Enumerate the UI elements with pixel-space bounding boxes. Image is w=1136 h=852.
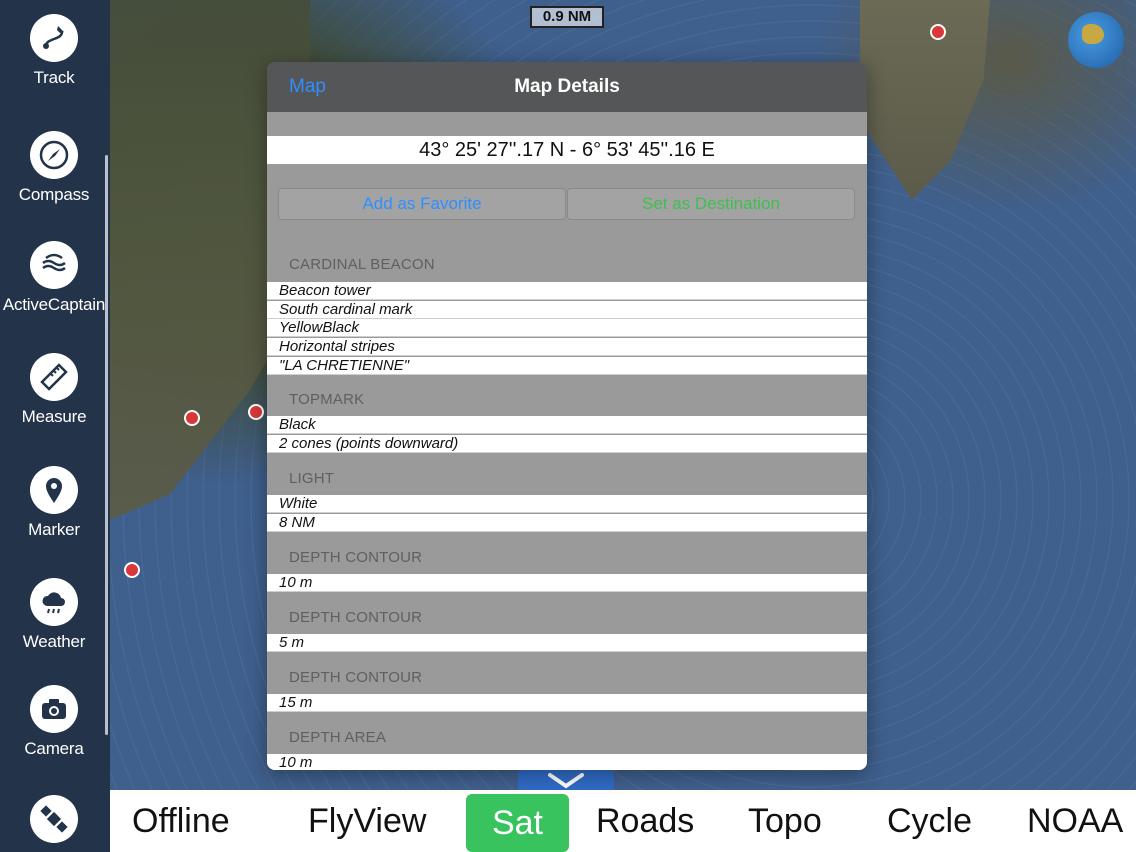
detail-row: Black xyxy=(267,416,867,434)
add-favorite-button[interactable]: Add as Favorite xyxy=(278,188,566,220)
detail-row: 8 NM xyxy=(267,514,867,532)
map-type-topo[interactable]: Topo xyxy=(748,790,822,852)
detail-row: 5 m xyxy=(267,634,867,652)
sidebar-item-weather[interactable]: Weather xyxy=(0,578,108,652)
detail-row: 15 m xyxy=(267,694,867,712)
map-type-cycle[interactable]: Cycle xyxy=(887,790,972,852)
map-type-flyview[interactable]: FlyView xyxy=(308,790,426,852)
map-marker-icon[interactable] xyxy=(930,24,946,40)
sidebar-item-label: Track xyxy=(33,68,75,87)
satellite-icon xyxy=(30,795,78,843)
detail-row: 10 m xyxy=(267,574,867,592)
detail-row: White xyxy=(267,495,867,513)
sidebar-item-label: Compass xyxy=(18,185,90,204)
section-header: DEPTH CONTOUR xyxy=(289,549,423,566)
coordinates-readout: 43° 25' 27''.17 N - 6° 53' 45''.16 E xyxy=(267,136,867,164)
modal-body[interactable]: 43° 25' 27''.17 N - 6° 53' 45''.16 E Add… xyxy=(267,112,867,770)
map-details-modal: Map Map Details 43° 25' 27''.17 N - 6° 5… xyxy=(267,62,867,770)
detail-row: "LA CHRETIENNE" xyxy=(267,357,867,375)
map-type-sat[interactable]: Sat xyxy=(466,794,569,852)
section-header: DEPTH CONTOUR xyxy=(289,609,423,626)
map-type-roads[interactable]: Roads xyxy=(596,790,694,852)
map-type-noaa[interactable]: NOAA xyxy=(1027,790,1123,852)
map-marker-icon[interactable] xyxy=(184,410,200,426)
sidebar-item-measure[interactable]: Measure xyxy=(0,353,108,427)
detail-row: 10 m xyxy=(267,754,867,770)
section-header: TOPMARK xyxy=(289,391,365,408)
track-icon xyxy=(30,14,78,62)
sidebar-item-activecaptain[interactable]: ActiveCaptain xyxy=(0,241,108,315)
sidebar-item-track[interactable]: Track xyxy=(0,14,108,88)
ruler-icon xyxy=(30,353,78,401)
sidebar-item-label: Camera xyxy=(24,739,84,758)
compass-icon xyxy=(30,131,78,179)
detail-row: Beacon tower xyxy=(267,282,867,300)
detail-row: YellowBlack xyxy=(267,319,867,337)
map-marker-icon[interactable] xyxy=(124,562,140,578)
camera-icon xyxy=(30,685,78,733)
activecaptain-icon xyxy=(30,241,78,289)
detail-row: 2 cones (points downward) xyxy=(267,435,867,453)
set-destination-button[interactable]: Set as Destination xyxy=(567,188,855,220)
section-header: DEPTH CONTOUR xyxy=(289,669,423,686)
sidebar-item-label: Measure xyxy=(21,407,87,426)
sidebar-item-label: ActiveCaptain xyxy=(2,295,106,314)
map-pin-icon xyxy=(30,466,78,514)
chevron-down-icon xyxy=(548,773,584,789)
sidebar: Track Compass ActiveCaptain Measure Mark… xyxy=(0,0,110,852)
map-type-offline[interactable]: Offline xyxy=(132,790,230,852)
sidebar-item-satellite[interactable] xyxy=(0,795,108,843)
globe-icon[interactable] xyxy=(1068,12,1124,68)
modal-title: Map Details xyxy=(514,76,620,97)
map-type-bar: Offline FlyView Sat Roads Topo Cycle NOA… xyxy=(110,790,1136,852)
sidebar-item-compass[interactable]: Compass xyxy=(0,131,108,205)
section-header: LIGHT xyxy=(289,470,335,487)
sidebar-item-label: Marker xyxy=(28,520,80,539)
cloud-rain-icon xyxy=(30,578,78,626)
detail-row: Horizontal stripes xyxy=(267,338,867,356)
map-marker-icon[interactable] xyxy=(248,404,264,420)
sidebar-item-camera[interactable]: Camera xyxy=(0,685,108,759)
modal-header: Map Map Details xyxy=(267,62,867,112)
section-header: CARDINAL BEACON xyxy=(289,256,435,273)
section-header: DEPTH AREA xyxy=(289,729,387,746)
sidebar-item-label: Weather xyxy=(22,632,86,651)
map-scale-label: 0.9 NM xyxy=(530,6,604,28)
sidebar-item-marker[interactable]: Marker xyxy=(0,466,108,540)
detail-row: South cardinal mark xyxy=(267,301,867,319)
